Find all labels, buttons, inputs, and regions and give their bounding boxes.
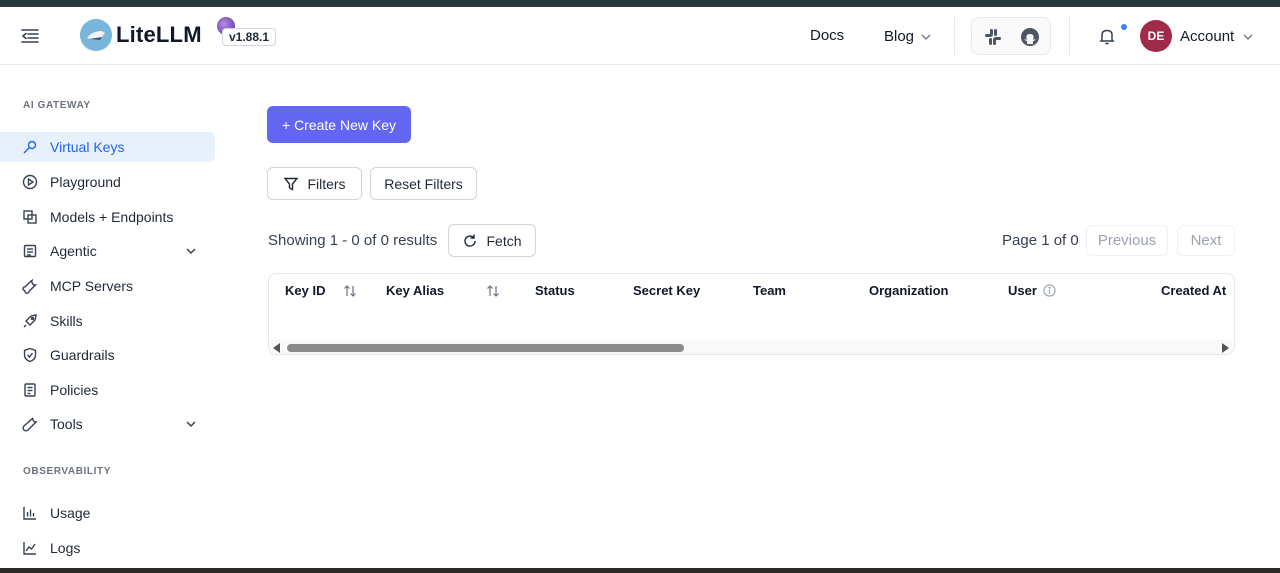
sidebar-item-label: Virtual Keys	[50, 139, 125, 155]
chevron-down-icon	[1243, 34, 1253, 40]
column-header-created-at[interactable]: Created At	[1161, 283, 1226, 298]
create-new-key-button[interactable]: + Create New Key	[267, 106, 411, 143]
reset-filters-button[interactable]: Reset Filters	[370, 167, 477, 200]
wrench-icon	[22, 278, 38, 294]
window-bottom-bar	[0, 568, 1280, 573]
sidebar-item-label: Agentic	[50, 243, 97, 259]
sort-icon[interactable]	[486, 284, 500, 298]
tool-icon	[22, 417, 38, 432]
sidebar-item-usage[interactable]: Usage	[0, 498, 215, 528]
column-header-user[interactable]: User	[1008, 283, 1056, 298]
chevron-down-icon	[921, 34, 931, 40]
sidebar-item-label: Guardrails	[50, 347, 115, 363]
page-info: Page 1 of 0	[1002, 232, 1079, 249]
horizontal-scrollbar[interactable]	[269, 340, 1234, 354]
column-header-label: Key Alias	[386, 283, 445, 298]
robot-icon	[23, 244, 37, 258]
sidebar-item-label: Policies	[50, 382, 99, 398]
community-links	[971, 17, 1051, 55]
document-icon	[24, 383, 36, 397]
header-divider	[1069, 17, 1070, 55]
shield-icon	[23, 347, 37, 363]
fetch-button[interactable]: Fetch	[448, 224, 536, 257]
sidebar-item-label: Logs	[50, 540, 81, 556]
sidebar-item-policies[interactable]: Policies	[0, 375, 215, 405]
line-chart-icon	[23, 542, 36, 555]
previous-page-button[interactable]: Previous	[1086, 225, 1168, 256]
github-icon[interactable]	[1020, 27, 1040, 47]
sidebar-item-tools[interactable]: Tools	[0, 409, 215, 439]
next-page-button[interactable]: Next	[1177, 225, 1235, 256]
scrollbar-thumb[interactable]	[287, 344, 684, 352]
sidebar-item-label: Skills	[50, 313, 83, 329]
blog-dropdown[interactable]: Blog	[884, 28, 932, 45]
sidebar-item-mcp-servers[interactable]: MCP Servers	[0, 271, 215, 301]
chevron-down-icon[interactable]	[185, 418, 197, 430]
sidebar-item-label: Usage	[50, 505, 91, 521]
sidebar-item-virtual-keys[interactable]: Virtual Keys	[0, 132, 215, 162]
slack-icon[interactable]	[983, 27, 1003, 47]
sidebar-item-logs[interactable]: Logs	[0, 533, 215, 563]
version-badge: v1.88.1	[222, 28, 277, 46]
sidebar: AI GATEWAY Virtual Keys Playground Model…	[0, 66, 220, 568]
key-icon	[23, 140, 37, 154]
virtual-keys-table: Key ID Key Alias Status Secret Key Team …	[268, 273, 1235, 355]
sidebar-item-playground[interactable]: Playground	[0, 167, 215, 197]
column-header-secret-key[interactable]: Secret Key	[633, 283, 700, 298]
avatar[interactable]: DE	[1140, 20, 1172, 52]
rocket-icon	[23, 314, 37, 328]
play-circle-icon	[22, 174, 38, 190]
scroll-left-arrow-icon[interactable]	[273, 343, 280, 353]
column-header-organization[interactable]: Organization	[869, 283, 948, 298]
window-top-bar	[0, 0, 1280, 7]
section-title-ai-gateway: AI GATEWAY	[23, 100, 91, 111]
bell-icon[interactable]	[1097, 26, 1117, 46]
account-label: Account	[1180, 28, 1235, 45]
column-header-label: Key ID	[285, 283, 326, 298]
litellm-logo[interactable]	[80, 19, 112, 51]
sidebar-item-label: MCP Servers	[50, 278, 133, 294]
sort-icon[interactable]	[343, 284, 357, 298]
sidebar-item-label: Playground	[50, 174, 121, 190]
sidebar-item-label: Models + Endpoints	[50, 209, 174, 225]
column-header-key-id[interactable]: Key ID	[285, 283, 357, 298]
copy-icon	[23, 210, 37, 224]
docs-link[interactable]: Docs	[810, 27, 844, 44]
info-icon[interactable]	[1043, 284, 1056, 297]
sidebar-item-skills[interactable]: Skills	[0, 306, 215, 336]
filters-label: Filters	[307, 175, 346, 192]
collapse-menu-icon[interactable]	[18, 24, 42, 48]
column-header-key-alias[interactable]: Key Alias	[386, 283, 500, 298]
refresh-icon	[464, 234, 477, 247]
sidebar-item-label: Tools	[50, 416, 83, 432]
filters-button[interactable]: Filters	[267, 167, 362, 200]
column-header-label: User	[1008, 283, 1037, 298]
top-header: LiteLLM v1.88.1 Docs Blog DE Account	[0, 7, 1280, 65]
fetch-label: Fetch	[486, 232, 522, 249]
results-summary: Showing 1 - 0 of 0 results	[268, 232, 438, 249]
sidebar-item-agentic[interactable]: Agentic	[0, 236, 215, 266]
filter-icon	[283, 177, 299, 191]
column-header-team[interactable]: Team	[753, 283, 786, 298]
brand-name[interactable]: LiteLLM	[116, 22, 202, 48]
scroll-right-arrow-icon[interactable]	[1222, 343, 1229, 353]
bar-chart-icon	[23, 507, 36, 520]
account-dropdown[interactable]: Account	[1180, 28, 1254, 45]
section-title-observability: OBSERVABILITY	[23, 466, 111, 477]
chevron-down-icon[interactable]	[185, 245, 197, 257]
column-header-status[interactable]: Status	[535, 283, 575, 298]
blog-label: Blog	[884, 28, 915, 45]
sidebar-item-models-endpoints[interactable]: Models + Endpoints	[0, 202, 215, 232]
notification-indicator	[1121, 24, 1127, 30]
header-divider	[954, 17, 955, 55]
sidebar-item-guardrails[interactable]: Guardrails	[0, 340, 215, 370]
